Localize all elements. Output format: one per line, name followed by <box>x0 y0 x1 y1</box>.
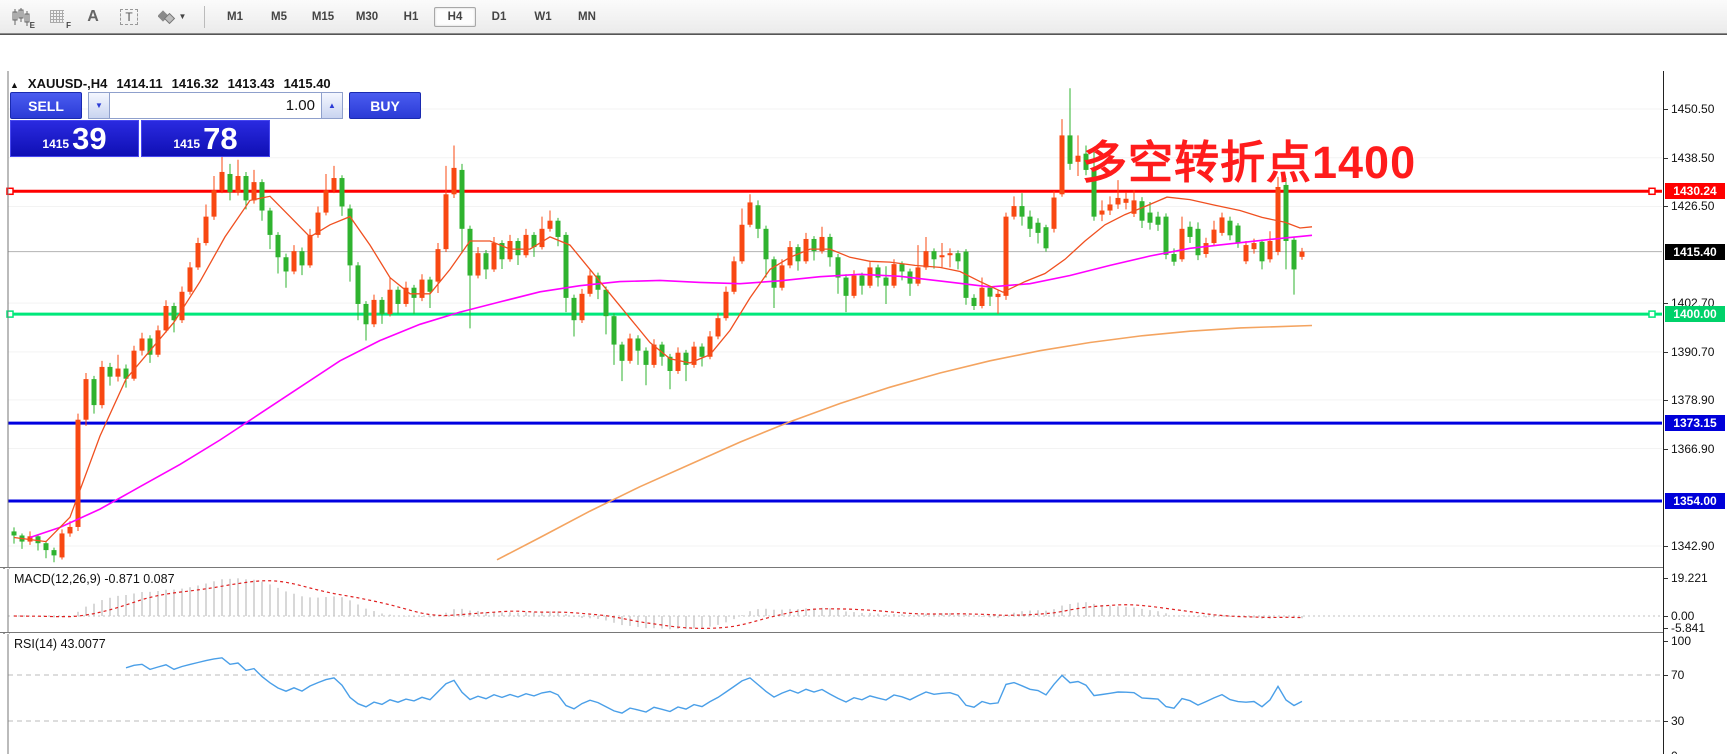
macd-canvas[interactable] <box>0 569 1663 632</box>
timeframe-button-mn[interactable]: MN <box>566 7 608 27</box>
chevron-down-icon: ▼ <box>179 12 187 21</box>
price-axis-tick <box>1664 352 1668 353</box>
price-axis-label: 1342.90 <box>1671 539 1714 553</box>
sell-button[interactable]: SELL <box>10 92 82 119</box>
rsi-axis-tick <box>1664 641 1668 642</box>
volume-increase-button[interactable]: ▲ <box>321 92 343 119</box>
chart-window: ▲XAUUSD-,H41414.111416.321413.431415.40 … <box>0 34 1727 747</box>
price-axis-label: 1450.50 <box>1671 102 1714 116</box>
ohlc-low: 1413.43 <box>228 76 275 91</box>
price-axis-tick <box>1664 303 1668 304</box>
one-click-trading-widget: SELL ▼ ▲ BUY 1415 39 1415 78 <box>10 92 268 157</box>
grid-icon <box>50 10 64 23</box>
rsi-axis-label: 70 <box>1671 668 1684 682</box>
rsi-axis-label: 100 <box>1671 634 1691 648</box>
rsi-label: RSI(14) 43.0077 <box>14 637 106 651</box>
price-level-badge: 1430.24 <box>1665 183 1725 199</box>
price-axis-tick <box>1664 109 1668 110</box>
chart-style-icon[interactable]: E <box>6 4 36 30</box>
price-axis-tick <box>1664 546 1668 547</box>
timeframe-button-h1[interactable]: H1 <box>390 7 432 27</box>
price-level-badge: 1400.00 <box>1665 306 1725 322</box>
macd-axis-label: 19.221 <box>1671 571 1708 585</box>
macd-axis-tick <box>1664 628 1668 629</box>
buy-price-big-figure: 1415 <box>173 134 200 154</box>
grid-sub-label: F <box>66 21 71 30</box>
rsi-axis-label: 0 <box>1671 749 1678 754</box>
letter-a-icon: A <box>87 8 99 26</box>
mt4-terminal: E F A T ▼ M1M5M15M30H1H4D1W1MN ▲ XAUUSD-,… <box>0 0 1727 754</box>
price-level-badge: 1354.00 <box>1665 493 1725 509</box>
timeframe-button-m15[interactable]: M15 <box>302 7 344 27</box>
grid-toggle-icon[interactable]: F <box>42 4 72 30</box>
ohlc-close: 1415.40 <box>284 76 331 91</box>
rsi-axis-label: 30 <box>1671 714 1684 728</box>
sell-price-big-figure: 1415 <box>42 134 69 154</box>
sell-price-pips: 39 <box>72 124 106 154</box>
colors-icon <box>158 10 176 24</box>
toolbar-separator <box>204 6 205 28</box>
volume-decrease-button[interactable]: ▼ <box>88 92 110 119</box>
candlestick-chart-icon <box>11 8 31 26</box>
price-axis-label: 1438.50 <box>1671 151 1714 165</box>
main-price-pane[interactable]: ▲XAUUSD-,H41414.111416.321413.431415.40 … <box>0 71 1663 568</box>
timeframe-button-h4[interactable]: H4 <box>434 7 476 27</box>
buy-button[interactable]: BUY <box>349 92 421 119</box>
rsi-indicator-pane[interactable]: RSI(14) 43.0077 <box>0 634 1663 754</box>
cursor-mode-button[interactable]: A <box>78 4 108 30</box>
timeframe-button-m30[interactable]: M30 <box>346 7 388 27</box>
price-level-badge: 1373.15 <box>1665 415 1725 431</box>
price-axis-tick <box>1664 449 1668 450</box>
symbol-title: XAUUSD-,H4 <box>28 76 107 91</box>
timeframe-button-w1[interactable]: W1 <box>522 7 564 27</box>
timeframe-button-m1[interactable]: M1 <box>214 7 256 27</box>
price-level-badge: 1415.40 <box>1665 244 1725 260</box>
timeframe-button-group: M1M5M15M30H1H4D1W1MN <box>213 7 609 27</box>
top-toolbar: E F A T ▼ M1M5M15M30H1H4D1W1MN <box>0 0 1727 34</box>
symbol-arrow-icon: ▲ <box>10 80 19 90</box>
price-axis-tick <box>1664 400 1668 401</box>
rsi-canvas[interactable] <box>0 634 1663 754</box>
macd-indicator-pane[interactable]: MACD(12,26,9) -0.871 0.087 <box>0 569 1663 633</box>
macd-axis-tick <box>1664 578 1668 579</box>
chart-style-sub-label: E <box>30 21 35 30</box>
price-axis-label: 1426.50 <box>1671 199 1714 213</box>
timeframe-button-m5[interactable]: M5 <box>258 7 300 27</box>
price-axis[interactable]: 1450.501438.501426.501402.701390.701378.… <box>1663 71 1727 754</box>
chart-annotation-text[interactable]: 多空转折点1400 <box>1082 126 1416 191</box>
text-tool-icon: T <box>120 9 137 25</box>
macd-axis-label: -5.841 <box>1671 621 1705 635</box>
ohlc-high: 1416.32 <box>172 76 219 91</box>
price-axis-label: 1378.90 <box>1671 393 1714 407</box>
symbol-ohlc-bar: ▲ XAUUSD-,H4 1414.11 1416.32 1413.43 1415.40 <box>10 76 340 91</box>
macd-axis-tick <box>1664 616 1668 617</box>
price-axis-tick <box>1664 206 1668 207</box>
price-axis-label: 1366.90 <box>1671 442 1714 456</box>
rsi-axis-tick <box>1664 675 1668 676</box>
buy-price-pips: 78 <box>203 124 237 154</box>
price-axis-tick <box>1664 158 1668 159</box>
rsi-axis-tick <box>1664 721 1668 722</box>
timeframe-button-d1[interactable]: D1 <box>478 7 520 27</box>
colors-dropdown-button[interactable]: ▼ <box>150 4 194 30</box>
volume-input[interactable] <box>110 92 321 119</box>
text-tool-button[interactable]: T <box>114 4 144 30</box>
ohlc-open: 1414.11 <box>116 76 162 91</box>
sell-quote-panel[interactable]: 1415 39 <box>10 120 139 157</box>
price-axis-label: 1390.70 <box>1671 345 1714 359</box>
macd-label: MACD(12,26,9) -0.871 0.087 <box>14 572 175 586</box>
buy-quote-panel[interactable]: 1415 78 <box>141 120 270 157</box>
